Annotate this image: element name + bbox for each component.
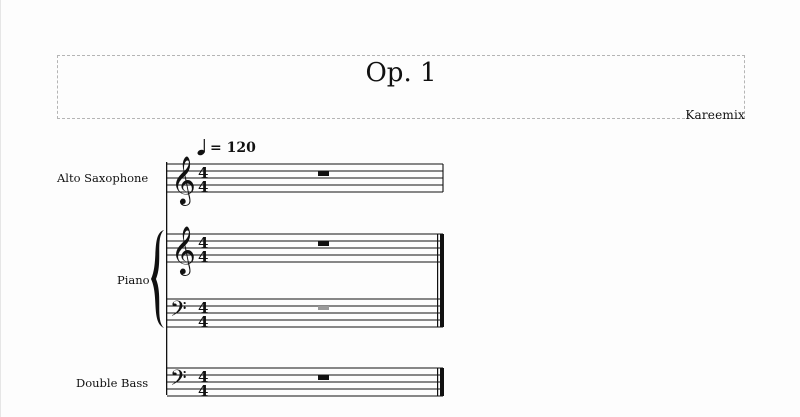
whole-rest-icon[interactable] [318, 241, 329, 246]
time-signature-bottom[interactable]: 4 [198, 178, 208, 196]
brace-icon[interactable] [151, 230, 164, 328]
whole-rest-icon[interactable] [318, 306, 329, 310]
time-signature-bottom[interactable]: 4 [198, 248, 208, 266]
score-page[interactable]: Op. 1 Kareemix = 120 Alto Saxophone Pian… [0, 0, 800, 417]
final-barline-thick[interactable] [440, 368, 444, 396]
final-barline-thin[interactable] [437, 368, 439, 396]
bass-clef-icon[interactable]: 𝄢 [170, 297, 187, 327]
time-signature-bottom[interactable]: 4 [198, 313, 208, 331]
final-barline-thin[interactable] [437, 234, 439, 327]
final-barline-thick[interactable] [440, 234, 444, 327]
treble-clef-icon[interactable]: 𝄞 [171, 225, 196, 276]
score-staves[interactable]: 𝄞 4 4 𝄞 4 4 𝄢 4 4 𝄢 4 4 [1, 0, 800, 417]
whole-rest-icon[interactable] [318, 375, 329, 380]
treble-clef-icon[interactable]: 𝄞 [171, 155, 196, 206]
system-line [166, 162, 168, 395]
time-signature-bottom[interactable]: 4 [198, 382, 208, 400]
bass-clef-icon[interactable]: 𝄢 [170, 366, 187, 396]
whole-rest-icon[interactable] [318, 171, 329, 176]
